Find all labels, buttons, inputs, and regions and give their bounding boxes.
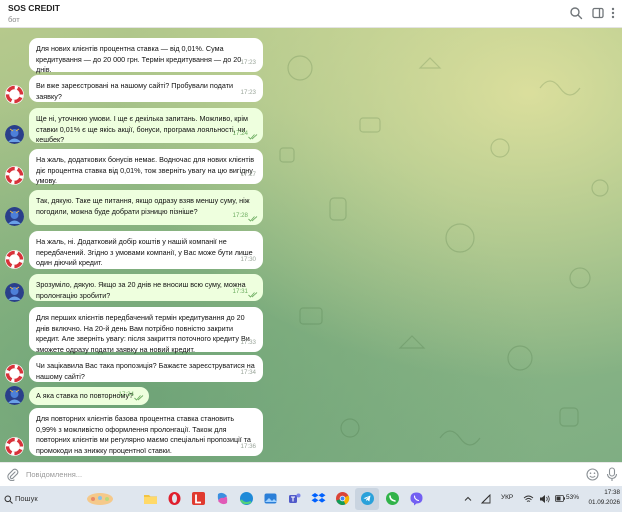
message-bubble-outgoing[interactable]: А яка ставка по повторному? 17:34 bbox=[29, 387, 149, 405]
user-avatar[interactable] bbox=[5, 125, 24, 144]
message-time: 17:33 bbox=[240, 339, 256, 347]
bot-avatar[interactable] bbox=[5, 364, 24, 383]
clock-time[interactable]: 17:38 bbox=[594, 489, 620, 496]
message-text: Зрозуміло, дякую. Якщо за 20 днів не вно… bbox=[36, 280, 246, 300]
message-text: Для повторних клієнтів базова процентна … bbox=[36, 414, 251, 455]
lifebuoy-icon bbox=[5, 364, 24, 383]
attach-icon[interactable] bbox=[6, 468, 19, 481]
message-bubble-incoming[interactable]: Чи зацікавила Вас така пропозиція? Бажає… bbox=[29, 355, 263, 382]
file-explorer-icon[interactable] bbox=[143, 491, 158, 506]
taskbar-search[interactable]: Пошук bbox=[3, 490, 138, 508]
volume-icon[interactable] bbox=[539, 494, 550, 504]
copilot-icon[interactable] bbox=[215, 491, 230, 506]
double-check-icon bbox=[134, 395, 144, 401]
chat-header: SOS CREDIT бот bbox=[0, 0, 622, 28]
more-vertical-icon[interactable] bbox=[606, 6, 620, 20]
chat-area[interactable]: Для нових клієнтів процентна ставка — ві… bbox=[0, 28, 622, 462]
opera-icon[interactable] bbox=[167, 491, 182, 506]
wifi-icon[interactable] bbox=[523, 494, 534, 504]
viber-green-icon[interactable] bbox=[385, 491, 400, 506]
user-avatar-image bbox=[5, 283, 24, 302]
user-avatar-image bbox=[5, 207, 24, 226]
teams-icon[interactable] bbox=[287, 491, 302, 506]
user-avatar[interactable] bbox=[5, 207, 24, 226]
message-time: 17:30 bbox=[240, 256, 256, 264]
keyboard-language[interactable]: УКР bbox=[501, 494, 513, 501]
user-avatar[interactable] bbox=[5, 283, 24, 302]
message-text: Ви вже зареєстровані на нашому сайті? Пр… bbox=[36, 81, 233, 101]
edge-icon[interactable] bbox=[239, 491, 254, 506]
chevron-up-icon[interactable] bbox=[464, 495, 472, 503]
message-time: 17:23 bbox=[240, 59, 256, 67]
message-time: 17:23 bbox=[240, 89, 256, 97]
network-status-icon[interactable] bbox=[481, 494, 491, 504]
windows-taskbar: Пошук УКР 53% 17:38 01.09.2026 bbox=[0, 486, 622, 512]
sidebar-toggle-icon[interactable] bbox=[591, 6, 605, 20]
lifebuoy-icon bbox=[5, 250, 24, 269]
double-check-icon bbox=[248, 134, 258, 140]
lifebuoy-icon bbox=[5, 437, 24, 456]
bot-avatar[interactable] bbox=[5, 250, 24, 269]
l-app-icon[interactable] bbox=[191, 491, 206, 506]
message-text: На жаль, ні. Додатковий добір коштів у н… bbox=[36, 237, 253, 268]
search-icon bbox=[4, 495, 13, 504]
message-bubble-incoming[interactable]: На жаль, ні. Додатковий добір коштів у н… bbox=[29, 231, 263, 269]
message-bubble-incoming[interactable]: На жаль, додаткових бонусів немає. Водно… bbox=[29, 149, 263, 186]
message-text: Для перших клієнтів передбачений термін … bbox=[36, 313, 250, 354]
telegram-icon[interactable] bbox=[360, 491, 375, 506]
message-bubble-outgoing[interactable]: Так, дякую. Таке ще питання, якщо одразу… bbox=[29, 190, 263, 225]
message-time: 17:34 bbox=[240, 369, 256, 377]
double-check-icon bbox=[248, 216, 258, 222]
message-text: Для нових клієнтів процентна ставка — ві… bbox=[36, 44, 242, 75]
message-bubble-incoming[interactable]: Для повторних клієнтів базова процентна … bbox=[29, 408, 263, 456]
taskbar-search-label: Пошук bbox=[15, 494, 38, 503]
search-icon[interactable] bbox=[569, 6, 583, 20]
message-input-bar: Повідомлення... bbox=[0, 462, 622, 486]
photos-icon[interactable] bbox=[263, 491, 278, 506]
battery-icon[interactable] bbox=[555, 495, 565, 502]
message-bubble-outgoing[interactable]: Ще ні, уточнюю умови. І ще є декілька за… bbox=[29, 108, 263, 145]
message-bubble-outgoing[interactable]: Зрозуміло, дякую. Якщо за 20 днів не вно… bbox=[29, 274, 263, 301]
user-avatar[interactable] bbox=[5, 386, 24, 405]
message-time: 17:34 bbox=[118, 391, 134, 399]
message-text: На жаль, додаткових бонусів немає. Водно… bbox=[36, 155, 255, 186]
lifebuoy-icon bbox=[5, 85, 24, 104]
chat-title[interactable]: SOS CREDIT bbox=[8, 3, 60, 13]
message-time: 17:28 bbox=[232, 212, 248, 220]
user-avatar-image bbox=[5, 386, 24, 405]
clock-date[interactable]: 01.09.2026 bbox=[588, 499, 620, 506]
bot-avatar[interactable] bbox=[5, 166, 24, 185]
battery-percent: 53% bbox=[566, 494, 580, 501]
chrome-icon[interactable] bbox=[335, 491, 350, 506]
lifebuoy-icon bbox=[5, 166, 24, 185]
user-avatar-image bbox=[5, 125, 24, 144]
chat-subtitle: бот bbox=[8, 15, 20, 24]
search-highlight-icon bbox=[87, 493, 113, 505]
double-check-icon bbox=[248, 292, 258, 298]
microphone-icon[interactable] bbox=[606, 467, 618, 482]
message-time: 17:27 bbox=[240, 171, 256, 179]
emoji-icon[interactable] bbox=[586, 468, 599, 481]
dropbox-icon[interactable] bbox=[311, 491, 326, 506]
message-time: 17:36 bbox=[240, 443, 256, 451]
viber-icon[interactable] bbox=[409, 491, 424, 506]
bot-avatar[interactable] bbox=[5, 437, 24, 456]
message-text: Чи зацікавила Вас така пропозиція? Бажає… bbox=[36, 361, 255, 381]
message-time: 17:31 bbox=[232, 288, 248, 296]
message-bubble-incoming[interactable]: Для нових клієнтів процентна ставка — ві… bbox=[29, 38, 263, 75]
message-text: Так, дякую. Таке ще питання, якщо одразу… bbox=[36, 196, 250, 216]
message-bubble-incoming[interactable]: Ви вже зареєстровані на нашому сайті? Пр… bbox=[29, 75, 263, 102]
message-text: Ще ні, уточнюю умови. І ще є декілька за… bbox=[36, 114, 248, 145]
message-time: 17:24 bbox=[232, 130, 248, 138]
message-bubble-incoming[interactable]: Для перших клієнтів передбачений термін … bbox=[29, 307, 263, 354]
bot-avatar[interactable] bbox=[5, 85, 24, 104]
message-input[interactable]: Повідомлення... bbox=[26, 470, 82, 479]
